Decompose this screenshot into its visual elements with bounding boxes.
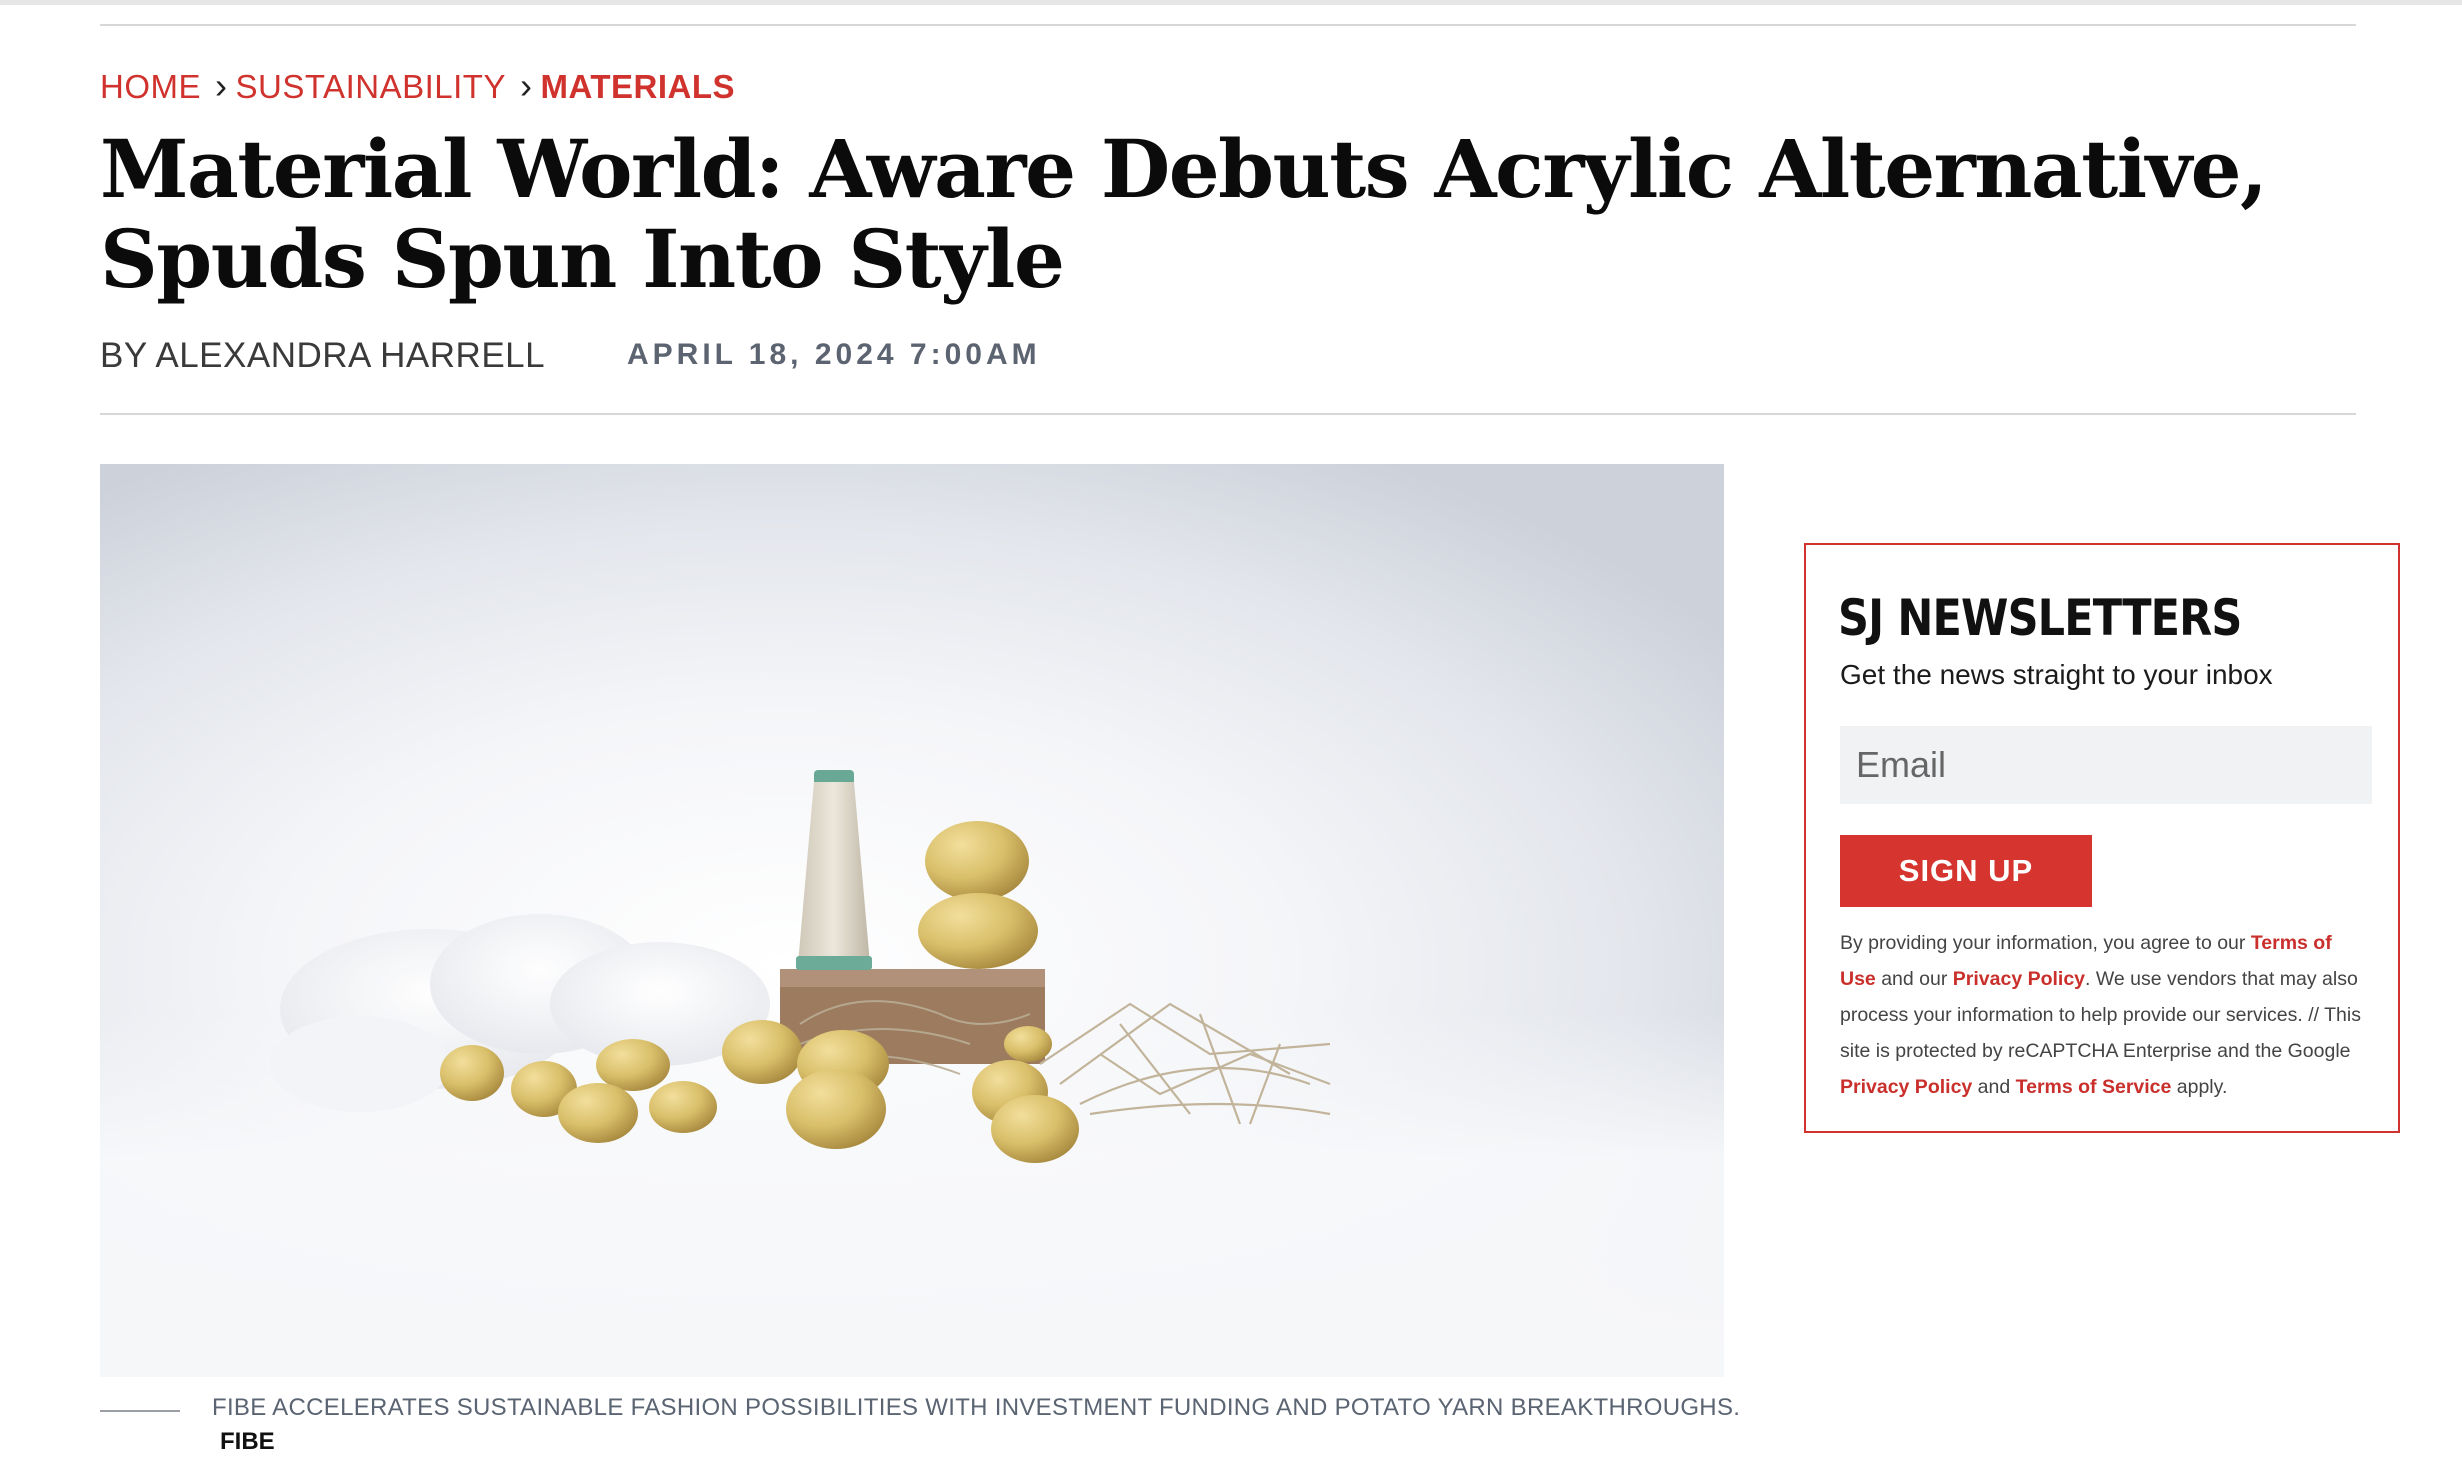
image-credit: FIBE xyxy=(220,1428,275,1455)
byline-divider xyxy=(100,413,2356,415)
top-border xyxy=(0,0,2462,5)
legal-text-2: and our xyxy=(1875,968,1953,990)
email-field[interactable] xyxy=(1840,726,2372,804)
breadcrumb-sustainability[interactable]: SUSTAINABILITY xyxy=(236,68,506,106)
newsletter-legal-text: By providing your information, you agree… xyxy=(1840,925,2370,1105)
header-divider xyxy=(100,24,2356,26)
image-caption: FIBE ACCELERATES SUSTAINABLE FASHION POS… xyxy=(212,1394,1741,1421)
article-headline: Material World: Aware Debuts Acrylic Alt… xyxy=(100,122,2268,306)
newsletter-signup-box: SJ NEWSLETTERS Get the news straight to … xyxy=(1804,543,2400,1133)
sign-up-button[interactable]: SIGN UP xyxy=(1840,835,2092,907)
legal-text-4: and xyxy=(1972,1076,2016,1098)
legal-text-1: By providing your information, you agree… xyxy=(1840,932,2251,954)
terms-of-service-link[interactable]: Terms of Service xyxy=(2016,1076,2172,1098)
hero-image[interactable] xyxy=(100,464,1724,1377)
newsletter-subtitle: Get the news straight to your inbox xyxy=(1840,659,2273,690)
breadcrumb: HOME › SUSTAINABILITY › MATERIALS xyxy=(100,65,735,108)
chevron-right-icon: › xyxy=(519,65,533,106)
google-privacy-policy-link[interactable]: Privacy Policy xyxy=(1840,1076,1972,1098)
caption-divider xyxy=(100,1410,180,1412)
privacy-policy-link[interactable]: Privacy Policy xyxy=(1953,968,2085,990)
chevron-right-icon: › xyxy=(215,65,228,106)
author-byline[interactable]: BY ALEXANDRA HARRELL xyxy=(100,336,545,376)
publish-date: APRIL 18, 2024 7:00AM xyxy=(627,338,1041,371)
legal-text-5: apply. xyxy=(2171,1076,2228,1098)
breadcrumb-home[interactable]: HOME xyxy=(100,68,201,106)
newsletter-title: SJ NEWSLETTERS xyxy=(1838,589,2242,647)
hero-illustration xyxy=(270,770,1331,1163)
breadcrumb-materials[interactable]: MATERIALS xyxy=(540,68,735,106)
